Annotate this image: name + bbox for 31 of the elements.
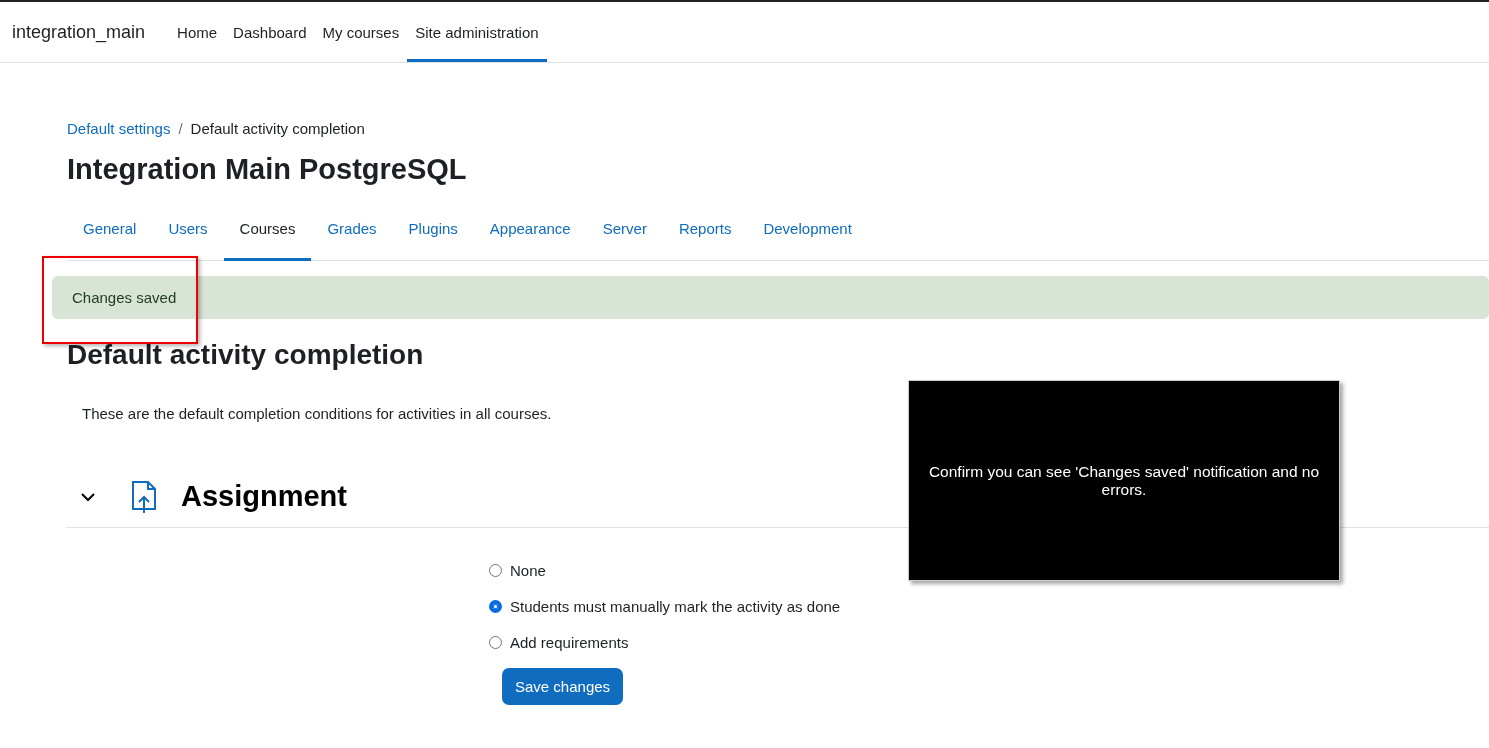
tab[interactable]: Courses [223,204,312,261]
tab[interactable]: Development [747,204,868,261]
tab[interactable]: Users [152,204,224,261]
tab[interactable]: Server [586,204,663,261]
activity-title: Assignment [181,480,347,513]
radio-button[interactable] [489,600,502,613]
tab[interactable]: Grades [311,204,393,261]
instruction-callout: Confirm you can see 'Changes saved' notification and no errors. [908,380,1340,581]
radio-label[interactable]: Add requirements [510,634,629,651]
tab[interactable]: Reports [662,204,748,261]
breadcrumb-link[interactable]: Default settings [67,120,171,137]
radio-label[interactable]: None [510,562,546,579]
success-alert: Changes saved [52,276,1489,319]
description-text: These are the default completion conditions for activities in all courses. [82,405,553,422]
breadcrumb-current: Default activity completion [190,120,365,137]
radio-label[interactable]: Students must manually mark the activity as done [510,598,841,615]
radio-button[interactable] [489,636,502,649]
page-title: Integration Main PostgreSQL [67,153,468,186]
tab[interactable]: Appearance [473,204,587,261]
tab[interactable]: Plugins [392,204,474,261]
save-button[interactable]: Save changes [502,668,624,705]
breadcrumb-separator: / [178,120,183,137]
nav-link[interactable]: Site administration [407,2,547,62]
nav-link[interactable]: My courses [314,2,408,62]
site-name[interactable]: integration_main [12,21,146,43]
nav-link[interactable]: Home [169,2,226,62]
file-upload-icon [131,480,157,513]
tab[interactable]: General [67,204,153,261]
radio-button[interactable] [489,564,502,577]
section-heading: Default activity completion [67,339,425,371]
nav-link[interactable]: Dashboard [225,2,315,62]
